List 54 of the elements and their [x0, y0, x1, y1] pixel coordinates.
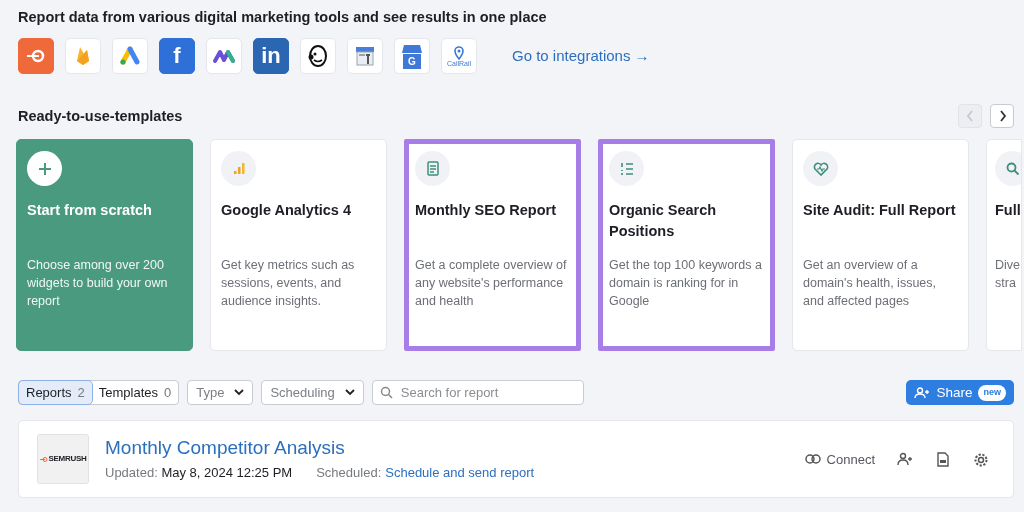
- pdf-file-icon[interactable]: [935, 451, 951, 467]
- document-icon: [415, 151, 450, 187]
- integrations-link[interactable]: Go to integrations →: [512, 45, 650, 68]
- schedule-link[interactable]: Schedule and send report: [385, 463, 535, 483]
- template-card[interactable]: Monthly SEO Report Get a complete overview of any website's performance and health: [404, 139, 581, 352]
- connect-button[interactable]: Connect: [804, 449, 875, 470]
- template-card[interactable]: Site Audit: Full Report Get an overview of a domain's health, issues, and affected pages: [792, 139, 969, 352]
- share-button[interactable]: Share new: [906, 380, 1014, 406]
- triangle-logo[interactable]: [112, 38, 148, 75]
- card-title: Full: [995, 201, 1021, 221]
- filter-dropdown[interactable]: Scheduling: [261, 380, 364, 406]
- report-thumbnail: SEMRUSH: [37, 434, 89, 485]
- card-description: Choose among over 200 widgets to build your own report: [27, 257, 169, 311]
- section-heading: Report data from various digital marketing tools and see results in one place: [18, 9, 548, 27]
- store-g-logo[interactable]: G: [394, 38, 430, 75]
- caret-icon: [234, 389, 245, 397]
- card-description: Get an overview of a domain's health, issues, and affected pages: [803, 257, 937, 311]
- plus-icon: [27, 151, 62, 187]
- letter-f-logo[interactable]: f: [159, 38, 195, 75]
- add-user-icon: [914, 386, 931, 399]
- store-wrench-logo[interactable]: [347, 38, 383, 75]
- filter-tab[interactable]: Reports 2: [19, 381, 92, 405]
- carousel-next-button[interactable]: [990, 104, 1014, 129]
- card-title: Google Analytics 4: [221, 201, 352, 221]
- card-title: Start from scratch: [27, 201, 153, 221]
- card-title: Site Audit: Full Report: [803, 201, 957, 221]
- add-user-icon[interactable]: [897, 451, 913, 467]
- schedule-label: Scheduled:: [316, 464, 382, 483]
- card-title: Monthly SEO Report: [415, 201, 557, 221]
- card-description: Dive stra: [995, 257, 1021, 293]
- monkey-logo[interactable]: [300, 38, 336, 75]
- search-icon: [995, 151, 1021, 187]
- settings-icon[interactable]: [973, 451, 989, 467]
- numbered-list-icon: [609, 151, 644, 187]
- card-description: Get a complete overview of any website's performance and health: [415, 257, 568, 311]
- swirl-logo[interactable]: [18, 38, 54, 75]
- card-description: Get key metrics such as sessions, events, and audience insights.: [221, 257, 356, 311]
- bar-chart-icon: [221, 151, 256, 187]
- report-title[interactable]: Monthly Competitor Analysis: [105, 437, 345, 459]
- link-icon: [804, 454, 821, 465]
- card-description: Get the top 100 keywords a domain is ranking for in Google: [609, 257, 763, 311]
- filter-tab[interactable]: Templates 0: [91, 381, 179, 405]
- template-card[interactable]: Organic Search Positions Get the top 100 keywords a domain is ranking for in Google: [598, 139, 775, 352]
- template-card[interactable]: Google Analytics 4 Get key metrics such as sessions, events, and audience insights.: [210, 139, 387, 352]
- letter-in-logo[interactable]: in: [253, 38, 289, 75]
- new-report-card[interactable]: Start from scratch Choose among over 200 widgets to build your own report: [16, 139, 193, 352]
- wave-logo[interactable]: [206, 38, 242, 75]
- filter-dropdown[interactable]: Type: [187, 380, 254, 406]
- updated-date: Updated: May 8, 2024 12:25 PM: [105, 464, 293, 483]
- section-heading: Ready-to-use-templates: [18, 107, 183, 126]
- card-title: Organic Search Positions: [609, 201, 718, 242]
- template-card[interactable]: Full Dive stra: [986, 139, 1022, 352]
- caret-icon: [344, 389, 355, 397]
- search-field[interactable]: Search for report: [371, 380, 584, 406]
